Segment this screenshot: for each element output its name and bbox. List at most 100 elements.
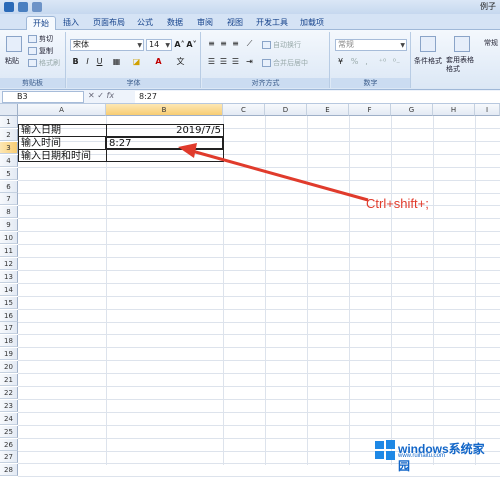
column-header-b[interactable]: B xyxy=(106,104,223,116)
conditional-format-icon[interactable] xyxy=(420,36,436,52)
cut-button[interactable]: 剪切 xyxy=(28,34,53,44)
row-header-2[interactable]: 2 xyxy=(0,128,18,141)
row-header-12[interactable]: 12 xyxy=(0,257,18,270)
row-header-24[interactable]: 24 xyxy=(0,412,18,425)
currency-icon[interactable]: ¥ xyxy=(335,56,346,67)
percent-button[interactable]: % xyxy=(349,56,360,67)
format-as-table-button[interactable]: 套用表格格式 xyxy=(446,56,476,74)
tab-addins[interactable]: 加载项 xyxy=(296,16,328,30)
font-name-select[interactable]: 宋体 ▼ xyxy=(70,39,144,51)
formula-input[interactable]: 8:27 xyxy=(135,91,500,103)
cell-a3[interactable]: 输入时间 xyxy=(19,138,63,150)
table-format-icon[interactable] xyxy=(454,36,470,52)
fx-icon[interactable]: fx xyxy=(107,91,115,100)
row-header-1[interactable]: 1 xyxy=(0,116,18,128)
paste-button[interactable]: 粘贴 xyxy=(5,56,19,66)
row-header-7[interactable]: 7 xyxy=(0,193,18,206)
column-header-g[interactable]: G xyxy=(391,104,433,116)
row-header-8[interactable]: 8 xyxy=(0,206,18,219)
align-left-icon[interactable]: ☰ xyxy=(206,56,217,67)
row-header-11[interactable]: 11 xyxy=(0,245,18,257)
indent-icon[interactable]: ⇥ xyxy=(244,56,255,67)
column-header-c[interactable]: C xyxy=(223,104,265,116)
tab-data[interactable]: 数据 xyxy=(162,16,188,30)
font-size-select[interactable]: 14 ▼ xyxy=(146,39,172,51)
cell-a4[interactable]: 输入日期和时间 xyxy=(19,151,93,163)
row-header-4[interactable]: 4 xyxy=(0,154,18,167)
row-header-9[interactable]: 9 xyxy=(0,219,18,232)
copy-button[interactable]: 复制 xyxy=(28,46,53,56)
column-header-d[interactable]: D xyxy=(265,104,307,116)
align-top-icon[interactable]: ≡ xyxy=(206,38,217,49)
row-header-27[interactable]: 27 xyxy=(0,451,18,464)
borders-icon[interactable]: ▦ xyxy=(111,56,122,67)
underline-button[interactable]: U xyxy=(94,56,105,67)
undo-icon[interactable] xyxy=(32,2,42,12)
wrap-text-button[interactable]: 自动换行 xyxy=(262,40,301,50)
bold-button[interactable]: B xyxy=(70,56,81,67)
row-header-13[interactable]: 13 xyxy=(0,270,18,283)
tab-formulas[interactable]: 公式 xyxy=(132,16,158,30)
italic-button[interactable]: I xyxy=(82,56,93,67)
fill-color-icon[interactable]: ◪ xyxy=(131,56,142,67)
row-header-19[interactable]: 19 xyxy=(0,348,18,361)
grid-column-line xyxy=(223,116,224,465)
format-painter-button[interactable]: 格式刷 xyxy=(28,58,60,68)
worksheet[interactable]: A B C D E F G H I 1 2 3 4 5 6 7 8 9 10 11 12 13 14 15 1… xyxy=(0,104,500,477)
column-header-f[interactable]: F xyxy=(349,104,391,116)
tab-view[interactable]: 视图 xyxy=(222,16,248,30)
row-header-22[interactable]: 22 xyxy=(0,386,18,399)
row-header-14[interactable]: 14 xyxy=(0,283,18,296)
cell-styles-button[interactable]: 常规 xyxy=(484,38,498,48)
conditional-format-button[interactable]: 条件格式 xyxy=(414,56,442,66)
row-header-26[interactable]: 26 xyxy=(0,438,18,451)
orientation-icon[interactable]: ⟋ xyxy=(244,38,255,49)
excel-logo-icon[interactable] xyxy=(4,2,14,12)
row-header-3[interactable]: 3 xyxy=(0,141,18,154)
cell-a2[interactable]: 输入日期 xyxy=(19,125,63,137)
font-color-icon[interactable]: A xyxy=(153,56,164,67)
save-icon[interactable] xyxy=(18,2,28,12)
row-header-28[interactable]: 28 xyxy=(0,464,18,477)
grow-font-icon[interactable]: A˄ xyxy=(174,39,185,50)
row-header-18[interactable]: 18 xyxy=(0,335,18,348)
row-header-21[interactable]: 21 xyxy=(0,374,18,386)
row-header-6[interactable]: 6 xyxy=(0,180,18,193)
align-center-icon[interactable]: ☰ xyxy=(218,56,229,67)
paste-icon[interactable] xyxy=(6,36,22,52)
column-header-i[interactable]: I xyxy=(475,104,500,116)
tab-page-layout[interactable]: 页面布局 xyxy=(88,16,130,30)
shrink-font-icon[interactable]: A˅ xyxy=(186,39,197,50)
column-header-a[interactable]: A xyxy=(18,104,106,116)
align-middle-icon[interactable]: ≡ xyxy=(218,38,229,49)
tab-insert[interactable]: 插入 xyxy=(58,16,84,30)
column-header-h[interactable]: H xyxy=(433,104,475,116)
name-box[interactable]: B3 xyxy=(2,91,84,103)
merge-center-button[interactable]: 合并后居中 xyxy=(262,58,308,68)
phonetic-icon[interactable]: 文 xyxy=(175,56,186,67)
cancel-icon[interactable]: ✕ xyxy=(88,91,95,100)
row-header-20[interactable]: 20 xyxy=(0,361,18,374)
align-right-icon[interactable]: ☰ xyxy=(230,56,241,67)
row-header-23[interactable]: 23 xyxy=(0,399,18,412)
number-group: 常规 ▼ ¥ % , ⁺⁰ ⁰₋ 数字 xyxy=(331,32,411,88)
align-bottom-icon[interactable]: ≡ xyxy=(230,38,241,49)
select-all-corner[interactable] xyxy=(0,104,18,116)
tab-review[interactable]: 审阅 xyxy=(192,16,218,30)
comma-button[interactable]: , xyxy=(361,56,372,67)
grid-row-line xyxy=(18,218,500,220)
row-header-16[interactable]: 16 xyxy=(0,309,18,322)
row-header-10[interactable]: 10 xyxy=(0,232,18,245)
active-cell-selection[interactable] xyxy=(105,136,224,150)
row-header-25[interactable]: 25 xyxy=(0,425,18,438)
row-header-5[interactable]: 5 xyxy=(0,167,18,180)
row-header-15[interactable]: 15 xyxy=(0,296,18,309)
increase-decimal-icon[interactable]: ⁺⁰ xyxy=(377,56,388,67)
confirm-icon[interactable]: ✓ xyxy=(97,91,104,100)
number-format-select[interactable]: 常规 ▼ xyxy=(335,39,407,51)
decrease-decimal-icon[interactable]: ⁰₋ xyxy=(391,56,402,67)
tab-developer[interactable]: 开发工具 xyxy=(252,16,292,30)
row-header-17[interactable]: 17 xyxy=(0,322,18,335)
column-header-e[interactable]: E xyxy=(307,104,349,116)
tab-home[interactable]: 开始 xyxy=(26,16,56,30)
